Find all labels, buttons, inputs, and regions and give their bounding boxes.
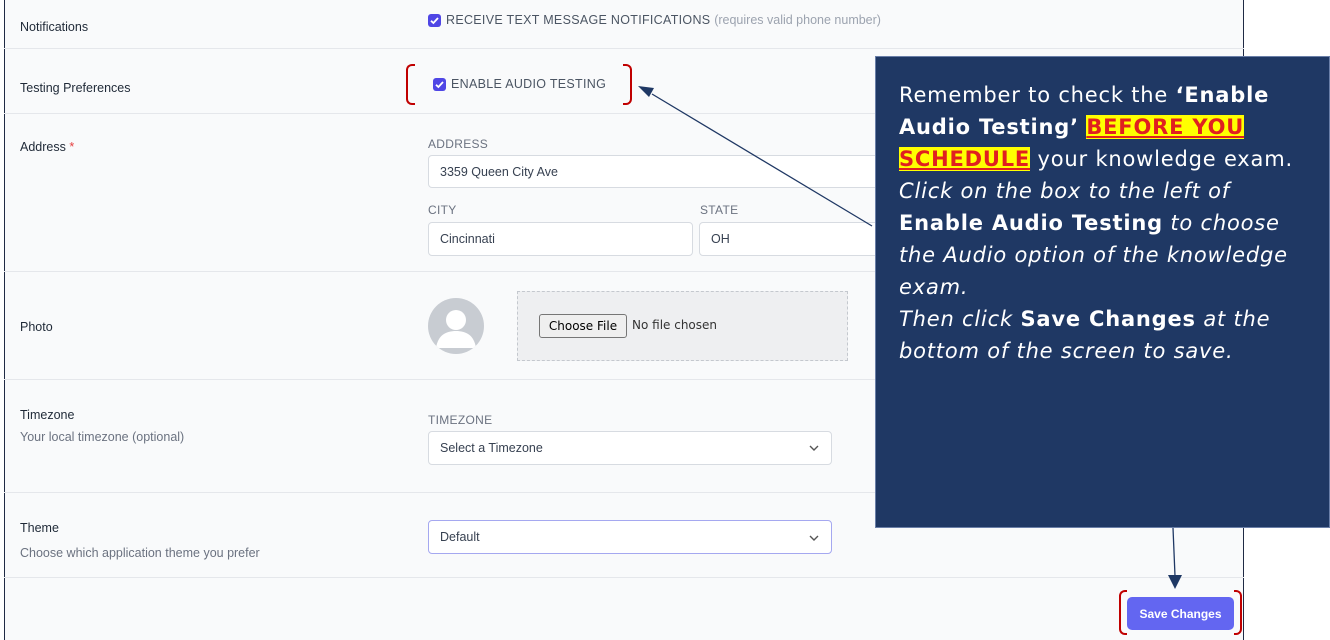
arrow-to-audio-checkbox <box>651 93 873 227</box>
arrowhead-icon <box>638 86 654 97</box>
arrow-to-save-button <box>1172 527 1176 577</box>
annotation-arrows <box>638 86 1182 589</box>
arrowhead-icon <box>1168 575 1182 589</box>
